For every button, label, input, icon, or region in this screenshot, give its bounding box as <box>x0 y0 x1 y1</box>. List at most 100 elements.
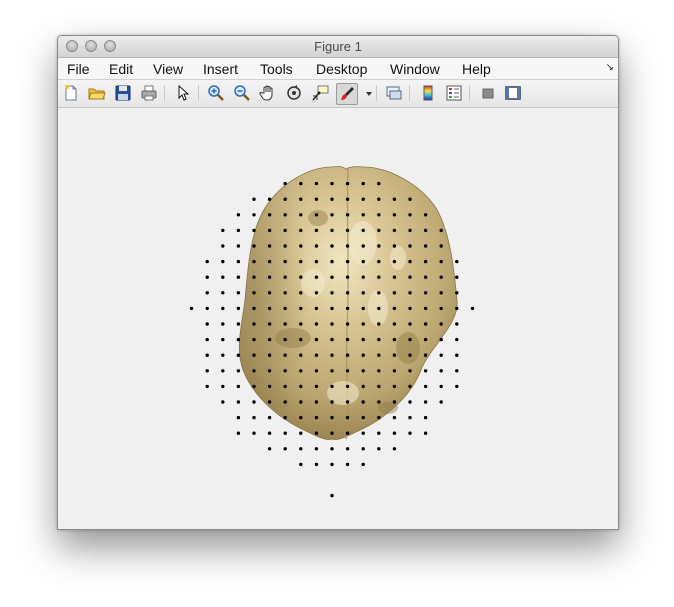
sensor-marker <box>423 306 428 311</box>
sensor-marker <box>205 259 209 264</box>
sensor-marker <box>330 493 334 498</box>
sensor-marker <box>377 213 381 217</box>
save-icon[interactable] <box>114 84 132 102</box>
menu-view[interactable]: View <box>153 61 183 77</box>
sensor-marker <box>283 228 287 233</box>
open-file-icon[interactable] <box>88 84 106 102</box>
sensor-marker <box>392 353 397 357</box>
sensor-marker <box>267 431 272 435</box>
sensor-marker <box>345 431 350 435</box>
sensor-marker <box>377 275 381 279</box>
sensor-marker <box>252 244 256 248</box>
sensor-marker <box>283 259 287 264</box>
pan-hand-icon[interactable] <box>259 84 277 102</box>
sensor-marker <box>361 181 365 186</box>
sensor-marker <box>377 181 381 186</box>
print-icon[interactable] <box>140 84 158 102</box>
link-plot-icon[interactable] <box>385 84 403 102</box>
sensor-marker <box>267 337 272 342</box>
sensor-marker <box>236 322 241 326</box>
sensor-marker <box>283 213 287 217</box>
menu-insert[interactable]: Insert <box>203 61 238 77</box>
sensor-marker <box>221 244 225 248</box>
sensor-marker <box>392 244 397 248</box>
sensor-marker <box>221 259 225 264</box>
menu-file[interactable]: File <box>67 61 90 77</box>
plot-axes[interactable] <box>58 108 618 529</box>
insert-legend-icon[interactable] <box>445 84 463 102</box>
sensor-marker <box>408 415 412 420</box>
sensor-marker <box>345 322 350 326</box>
sensor-marker <box>377 291 381 295</box>
sensor-marker <box>236 275 241 279</box>
sensor-marker <box>423 337 428 342</box>
sensor-marker <box>361 197 365 201</box>
sensor-marker <box>392 322 397 326</box>
insert-colorbar-icon[interactable] <box>419 84 437 102</box>
sensor-marker <box>361 275 365 279</box>
menu-help[interactable]: Help <box>462 61 491 77</box>
sensor-marker <box>392 431 397 435</box>
sensor-marker <box>252 353 256 357</box>
sensor-marker <box>361 415 365 420</box>
sensor-marker <box>345 228 350 233</box>
rotate-3d-icon[interactable] <box>285 84 303 102</box>
menu-tools[interactable]: Tools <box>260 61 293 77</box>
brush-icon[interactable] <box>336 83 358 105</box>
sensor-marker <box>361 259 365 264</box>
sensor-marker <box>392 259 397 264</box>
sensor-marker <box>314 291 319 295</box>
menu-window[interactable]: Window <box>390 61 440 77</box>
sensor-marker <box>267 415 272 420</box>
sensor-marker <box>283 244 287 248</box>
title-bar[interactable]: Figure 1 <box>58 36 618 58</box>
toolbar-separator <box>469 85 470 101</box>
zoom-out-icon[interactable] <box>233 84 251 102</box>
sensor-marker <box>221 384 225 389</box>
menu-edit[interactable]: Edit <box>109 61 133 77</box>
show-plot-tools-icon[interactable] <box>504 84 522 102</box>
sensor-marker <box>330 384 334 389</box>
hide-plot-tools-icon[interactable] <box>479 84 497 102</box>
sensor-marker <box>423 415 428 420</box>
sensor-marker <box>455 384 459 389</box>
menu-desktop[interactable]: Desktop <box>316 61 367 77</box>
brain-surface[interactable] <box>238 166 458 440</box>
edit-plot-pointer-icon[interactable] <box>174 84 192 102</box>
sensor-marker <box>361 369 365 373</box>
dock-figure-icon[interactable]: ↘ <box>606 62 614 73</box>
window-title: Figure 1 <box>314 39 362 54</box>
sensor-marker <box>345 244 350 248</box>
sensor-marker <box>236 400 241 404</box>
zoom-in-icon[interactable] <box>207 84 225 102</box>
toolbar-separator <box>376 85 377 101</box>
sensor-marker <box>283 431 287 435</box>
new-figure-icon[interactable] <box>62 84 80 102</box>
sensor-marker <box>455 322 459 326</box>
sensor-marker <box>455 337 459 342</box>
sensor-marker <box>252 415 256 420</box>
sensor-marker <box>236 306 241 311</box>
sensor-marker <box>252 384 256 389</box>
sensor-marker <box>392 213 397 217</box>
sensor-marker <box>267 322 272 326</box>
brush-dropdown-icon[interactable] <box>360 84 372 102</box>
sensor-marker <box>252 369 256 373</box>
sensor-marker <box>408 228 412 233</box>
sensor-marker <box>408 384 412 389</box>
sensor-marker <box>236 259 241 264</box>
sensor-marker <box>361 447 365 451</box>
sensor-marker <box>345 400 350 404</box>
figure-canvas[interactable] <box>58 108 618 529</box>
sensor-marker <box>252 259 256 264</box>
sensor-marker <box>439 291 443 295</box>
sensor-marker <box>221 322 225 326</box>
sensor-marker <box>345 306 350 311</box>
sensor-marker <box>205 322 209 326</box>
sensor-marker <box>345 197 350 201</box>
sensor-marker <box>205 353 209 357</box>
sensor-marker <box>330 213 334 217</box>
sensor-marker <box>299 400 303 404</box>
data-cursor-icon[interactable] <box>311 84 329 102</box>
sensor-marker <box>205 306 209 311</box>
